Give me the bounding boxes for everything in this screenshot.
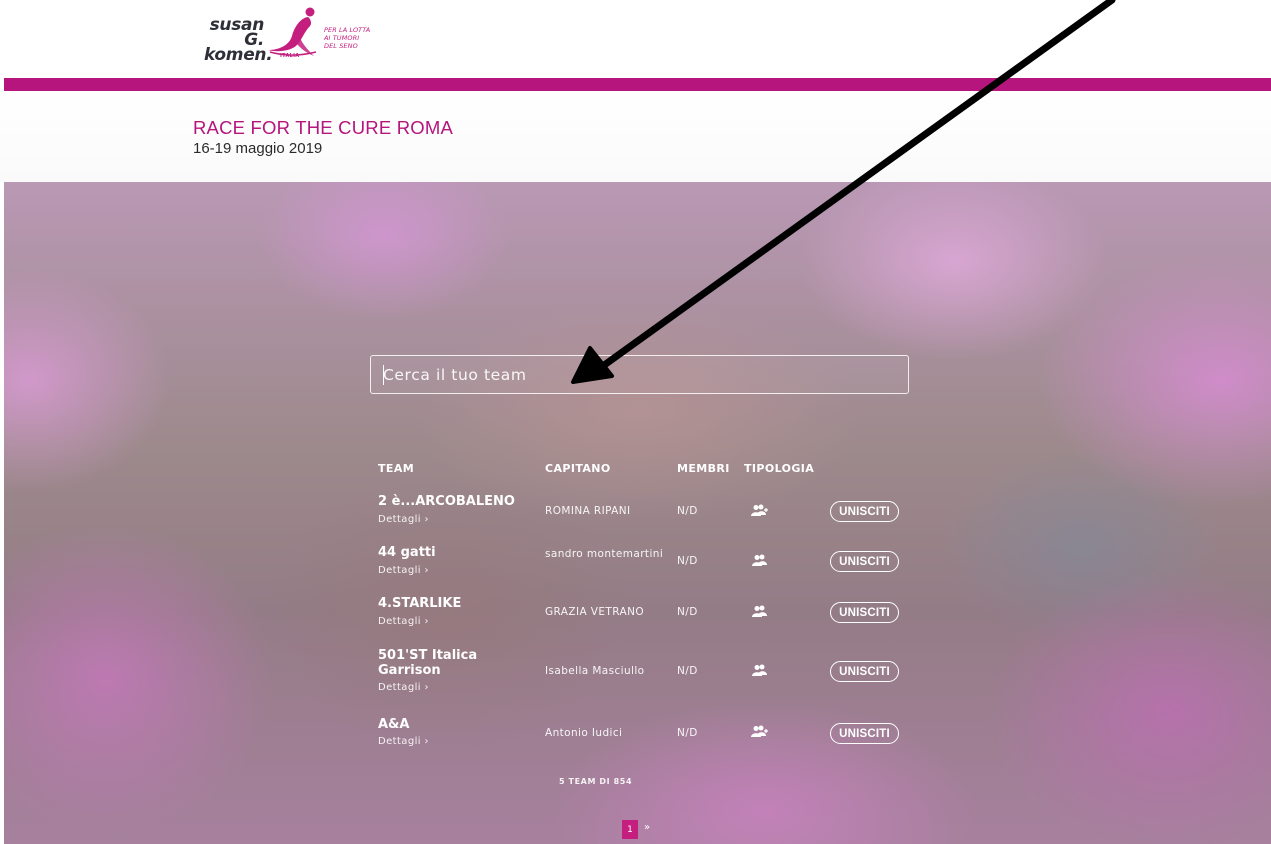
group-icon [752,664,767,676]
column-header-team: TEAM [378,462,415,475]
captain-name: Isabella Masciullo [545,665,645,677]
captain-name: Antonio Iudici [545,727,623,739]
komen-logo[interactable]: susan G. komen. ITALIA PER LA LOTTA AI T… [204,6,404,68]
group-icon [752,605,767,617]
team-name[interactable]: 4.STARLIKE [378,596,538,611]
pink-ribbon-icon [268,7,317,56]
members-count: N/D [677,555,698,567]
column-header-captain: CAPITANO [545,462,611,475]
members-count: N/D [677,727,698,739]
team-name[interactable]: A&A [378,717,538,732]
captain-name: GRAZIA VETRANO [545,606,645,618]
details-link[interactable]: Dettagli › [378,736,429,747]
column-header-members: MEMBRI [677,462,730,475]
captain-name: ROMINA RIPANI [545,505,631,517]
event-header: RACE FOR THE CURE ROMA 16-19 maggio 2019 [0,91,1271,182]
join-team-button[interactable]: UNISCITI [830,723,899,744]
members-count: N/D [677,665,698,677]
team-count-label: 5 TEAM DI 854 [559,777,633,786]
group-add-icon [751,725,768,737]
accent-bar [4,78,1271,91]
pagination-current-page[interactable]: 1 [622,820,638,839]
team-name[interactable]: 44 gatti [378,545,538,560]
details-link[interactable]: Dettagli › [378,565,429,576]
join-team-button[interactable]: UNISCITI [830,602,899,623]
captain-name: sandro montemartini [545,548,664,560]
group-add-icon [751,504,768,516]
column-header-type: TIPOLOGIA [744,462,815,475]
logo-tagline-line: AI TUMORI [324,34,360,42]
details-link[interactable]: Dettagli › [378,616,429,627]
event-title: RACE FOR THE CURE ROMA [193,117,453,138]
text-cursor [383,365,384,385]
logo-tagline: PER LA LOTTA AI TUMORI DEL SENO [324,26,370,50]
logo-tagline-line: DEL SENO [324,42,358,50]
hero-background: TEAM CAPITANO MEMBRI TIPOLOGIA 2 è...ARC… [4,182,1271,844]
event-date: 16-19 maggio 2019 [193,140,323,157]
members-count: N/D [677,606,698,618]
join-team-button[interactable]: UNISCITI [830,501,899,522]
members-count: N/D [677,505,698,517]
group-icon [752,554,767,566]
logo-word-line2: komen. [204,45,273,65]
join-team-button[interactable]: UNISCITI [830,551,899,572]
logo-country: ITALIA [280,53,300,59]
top-header: susan G. komen. ITALIA PER LA LOTTA AI T… [0,0,1271,78]
join-team-button[interactable]: UNISCITI [830,661,899,682]
team-name[interactable]: 501'ST Italica Garrison [378,648,538,678]
details-link[interactable]: Dettagli › [378,682,429,693]
team-search-input[interactable] [370,355,909,394]
logo-tagline-line: PER LA LOTTA [324,26,371,34]
team-name[interactable]: 2 è...ARCOBALENO [378,494,538,509]
pagination-next-link[interactable]: » [644,822,650,833]
team-search-panel: TEAM CAPITANO MEMBRI TIPOLOGIA 2 è...ARC… [4,182,1271,844]
details-link[interactable]: Dettagli › [378,514,429,525]
logo-wordmark: susan G. komen. [204,17,273,65]
